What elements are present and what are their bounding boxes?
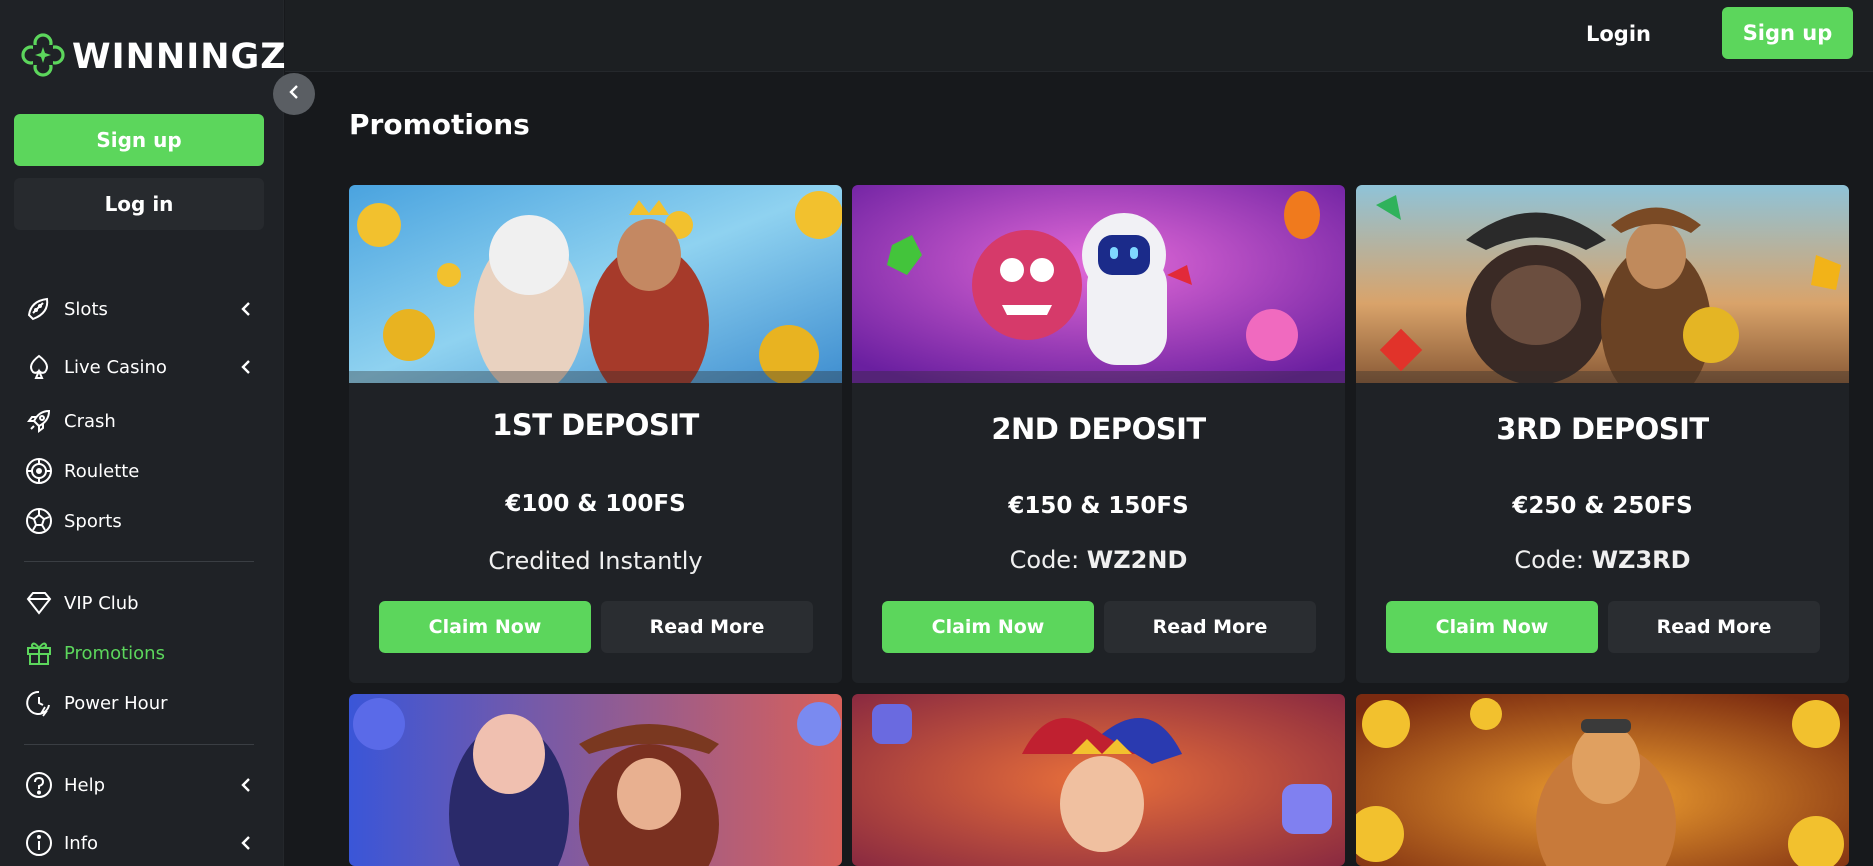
sidebar-item-label: Crash <box>64 410 116 432</box>
page-title: Promotions <box>349 108 530 141</box>
promo-code: Code: WZ2ND <box>852 546 1345 574</box>
promo-card <box>1356 694 1849 866</box>
slots-icon <box>24 294 54 324</box>
soccer-ball-icon <box>24 506 54 536</box>
promo-card <box>852 694 1345 866</box>
promo-title: 3RD DEPOSIT <box>1496 412 1709 446</box>
chevron-left-icon <box>238 301 254 317</box>
brand-name: WINNINGZ <box>72 37 287 77</box>
help-icon <box>24 770 54 800</box>
read-more-button[interactable]: Read More <box>1608 601 1820 653</box>
claim-now-button[interactable]: Claim Now <box>882 601 1094 653</box>
collapse-sidebar-button[interactable] <box>273 73 315 115</box>
sidebar-item-info[interactable]: Info <box>0 814 284 866</box>
sidebar-nav-main: Slots Live Casino Crash Roulette Sports <box>0 280 284 546</box>
sidebar-item-label: VIP Club <box>64 592 139 614</box>
sidebar-item-label: Roulette <box>64 460 140 482</box>
promo-banner-image <box>852 694 1345 866</box>
diamond-icon <box>24 588 54 618</box>
sidebar-item-crash[interactable]: Crash <box>0 396 284 446</box>
sidebar-nav-secondary: VIP Club Promotions Power Hour <box>0 578 284 728</box>
promo-title: 1ST DEPOSIT <box>492 408 699 442</box>
brand-logo[interactable]: WINNINGZ <box>20 32 287 82</box>
sidebar-item-slots[interactable]: Slots <box>0 280 284 338</box>
chevron-left-icon <box>238 777 254 793</box>
top-bar: Login Sign up <box>285 0 1873 72</box>
promo-card <box>349 694 842 866</box>
read-more-button[interactable]: Read More <box>601 601 813 653</box>
sidebar-item-label: Info <box>64 832 99 854</box>
top-login-button[interactable]: Login <box>1580 14 1657 54</box>
claim-now-button[interactable]: Claim Now <box>379 601 591 653</box>
promo-amount: €250 & 250FS <box>1512 493 1693 519</box>
sidebar-nav-tertiary: Help Info <box>0 756 284 866</box>
promo-banner-image <box>349 185 842 383</box>
clover-logo-icon <box>20 32 66 82</box>
sidebar-divider <box>24 744 254 745</box>
sidebar-item-label: Slots <box>64 298 108 320</box>
sidebar-item-sports[interactable]: Sports <box>0 496 284 546</box>
sidebar-item-vip-club[interactable]: VIP Club <box>0 578 284 628</box>
promo-code-label: Code: <box>1514 546 1592 574</box>
chevron-left-icon <box>238 835 254 851</box>
sidebar: WINNINGZ Sign up Log in Slots Live Casin… <box>0 0 287 866</box>
promo-banner-image <box>1356 185 1849 383</box>
promo-card: 2ND DEPOSIT €150 & 150FS Code: WZ2ND Cla… <box>852 185 1345 683</box>
sidebar-item-label: Power Hour <box>64 692 168 714</box>
sidebar-item-label: Help <box>64 774 106 796</box>
promo-card: 1ST DEPOSIT €100 & 100FS Credited Instan… <box>349 185 842 683</box>
sidebar-item-power-hour[interactable]: Power Hour <box>0 678 284 728</box>
promo-amount: €100 & 100FS <box>505 491 686 517</box>
promo-subtext: Credited Instantly <box>488 547 703 575</box>
claim-now-button[interactable]: Claim Now <box>1386 601 1598 653</box>
sidebar-item-label: Live Casino <box>64 356 167 378</box>
clock-icon <box>24 688 54 718</box>
info-icon <box>24 828 54 858</box>
chevron-left-icon <box>289 84 299 104</box>
promo-card: 3RD DEPOSIT €250 & 250FS Code: WZ3RD Cla… <box>1356 185 1849 683</box>
chevron-left-icon <box>238 359 254 375</box>
promo-code-value: WZ3RD <box>1591 546 1691 574</box>
promo-banner-image <box>852 185 1345 383</box>
sidebar-item-label: Promotions <box>64 642 165 664</box>
roulette-icon <box>24 456 54 486</box>
sidebar-item-live-casino[interactable]: Live Casino <box>0 338 284 396</box>
promo-code-label: Code: <box>1009 546 1087 574</box>
sidebar-item-label: Sports <box>64 510 122 532</box>
sidebar-signup-button[interactable]: Sign up <box>14 114 264 166</box>
rocket-icon <box>24 406 54 436</box>
promo-banner-image <box>1356 694 1849 866</box>
gift-icon <box>24 638 54 668</box>
sidebar-item-roulette[interactable]: Roulette <box>0 446 284 496</box>
sidebar-item-help[interactable]: Help <box>0 756 284 814</box>
top-signup-button[interactable]: Sign up <box>1722 7 1853 59</box>
spade-icon <box>24 352 54 382</box>
promo-title: 2ND DEPOSIT <box>991 412 1206 446</box>
sidebar-login-button[interactable]: Log in <box>14 178 264 230</box>
promo-code-value: WZ2ND <box>1086 546 1188 574</box>
read-more-button[interactable]: Read More <box>1104 601 1316 653</box>
promo-amount: €150 & 150FS <box>1008 493 1189 519</box>
sidebar-item-promotions[interactable]: Promotions <box>0 628 284 678</box>
promo-code: Code: WZ3RD <box>1356 546 1849 574</box>
sidebar-divider <box>24 561 254 562</box>
promo-banner-image <box>349 694 842 866</box>
